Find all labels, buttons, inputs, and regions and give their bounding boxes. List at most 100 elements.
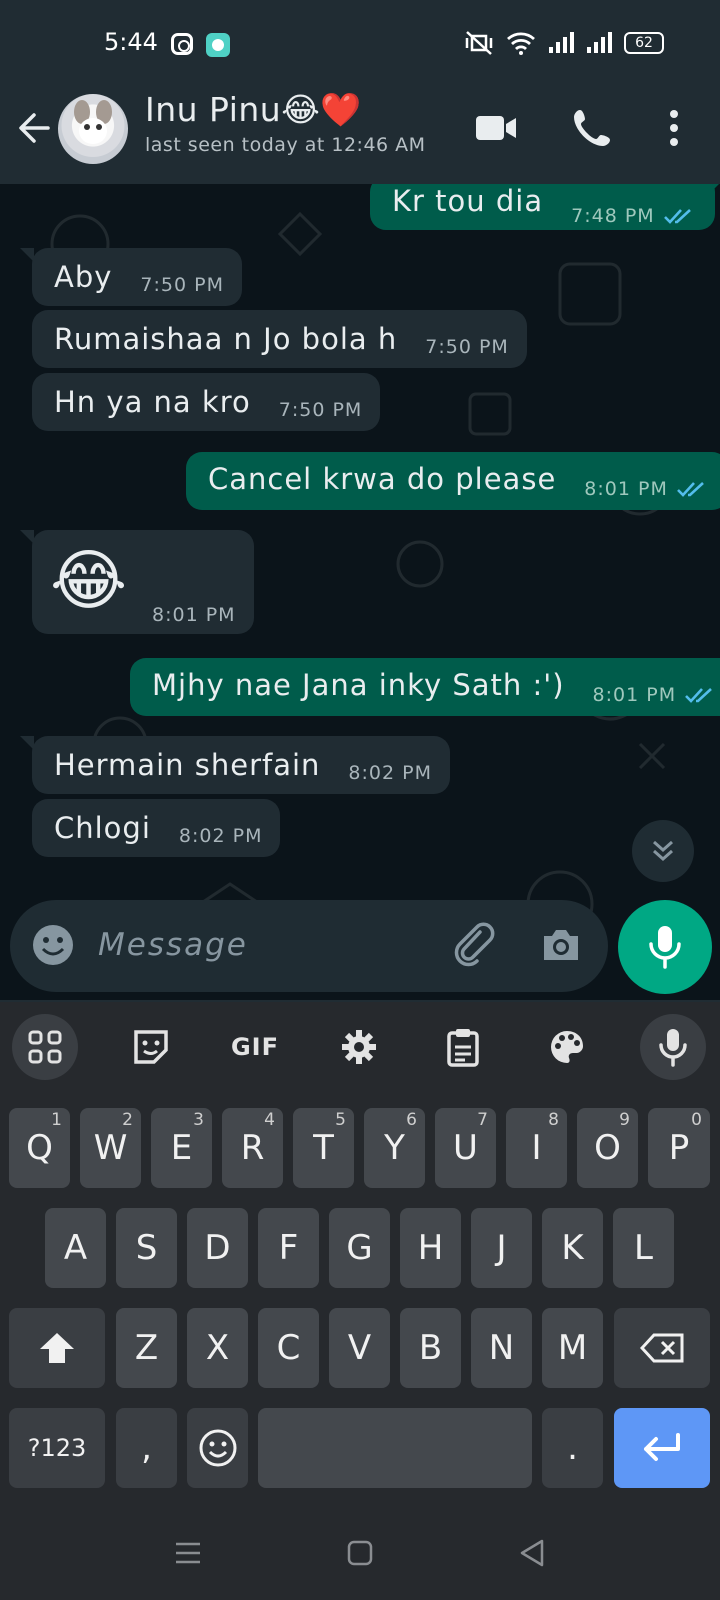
- key-s[interactable]: S: [116, 1208, 177, 1288]
- key-v[interactable]: V: [329, 1308, 390, 1388]
- status-icons: 62: [464, 30, 664, 56]
- signal-2-icon: [587, 32, 612, 53]
- message-meta: 8:02 PM: [178, 825, 263, 847]
- enter-key[interactable]: [614, 1408, 710, 1488]
- emoji-key[interactable]: [187, 1408, 248, 1488]
- sticker-icon: [134, 1030, 168, 1064]
- key-h[interactable]: H: [400, 1208, 461, 1288]
- video-call-icon[interactable]: [474, 106, 518, 150]
- key-e[interactable]: E3: [151, 1108, 212, 1188]
- key-q[interactable]: Q1: [9, 1108, 70, 1188]
- gif-label: GIF: [230, 1033, 280, 1061]
- message-text: Hermain sherfain: [54, 748, 321, 782]
- key-c[interactable]: C: [258, 1308, 319, 1388]
- message-text: Rumaishaa n Jo bola h: [54, 322, 398, 356]
- attach-paperclip-icon[interactable]: [450, 922, 496, 968]
- status-time: 5:44: [104, 28, 158, 56]
- keyboard-settings-button[interactable]: [326, 1014, 392, 1080]
- scroll-to-bottom-button[interactable]: [632, 820, 694, 882]
- key-x[interactable]: X: [187, 1308, 248, 1388]
- status-bar: 5:44 62: [0, 0, 720, 88]
- gif-button[interactable]: GIF: [222, 1014, 288, 1080]
- back-icon[interactable]: [518, 1538, 546, 1568]
- key-d[interactable]: D: [187, 1208, 248, 1288]
- contact-name[interactable]: Inu Pinu😂❤️: [145, 90, 362, 130]
- microphone-icon: [659, 1029, 687, 1067]
- grid-icon: [28, 1030, 62, 1064]
- backspace-icon: [640, 1333, 684, 1363]
- home-icon[interactable]: [347, 1540, 373, 1566]
- key-b[interactable]: B: [400, 1308, 461, 1388]
- space-key[interactable]: [258, 1408, 532, 1488]
- voice-call-icon[interactable]: [570, 106, 614, 150]
- key-p[interactable]: P0: [648, 1108, 710, 1188]
- message-composer: [10, 900, 608, 992]
- keyboard-voice-button[interactable]: [640, 1014, 706, 1080]
- key-r[interactable]: R4: [222, 1108, 283, 1188]
- symbols-key[interactable]: ?123: [9, 1408, 105, 1488]
- key-k[interactable]: K: [542, 1208, 603, 1288]
- message-input[interactable]: [98, 920, 418, 970]
- key-j[interactable]: J: [471, 1208, 532, 1288]
- key-l[interactable]: L: [613, 1208, 674, 1288]
- message-outgoing[interactable]: Cancel krwa do please 8:01 PM: [186, 452, 720, 510]
- read-ticks-icon: [676, 482, 704, 497]
- backspace-key[interactable]: [614, 1308, 710, 1388]
- camera-icon[interactable]: [538, 922, 584, 968]
- message-meta: 7:48 PM: [571, 205, 697, 227]
- key-y[interactable]: Y6: [364, 1108, 425, 1188]
- key-z[interactable]: Z: [116, 1308, 177, 1388]
- key-i[interactable]: I8: [506, 1108, 567, 1188]
- chat-messages[interactable]: Kr tou dia 7:48 PM Aby 7:50 PM Rumaishaa…: [0, 184, 720, 1000]
- message-meta: 7:50 PM: [140, 274, 224, 296]
- message-incoming[interactable]: Aby 7:50 PM: [20, 248, 242, 306]
- key-a[interactable]: A: [45, 1208, 106, 1288]
- message-text: Kr tou dia: [392, 184, 544, 218]
- message-meta: 8:01 PM: [152, 604, 236, 626]
- message-emoji: 😂: [50, 542, 128, 619]
- system-navigation-bar: [0, 1510, 720, 1600]
- comma-key[interactable]: ,: [116, 1408, 177, 1488]
- key-n[interactable]: N: [471, 1308, 532, 1388]
- key-f[interactable]: F: [258, 1208, 319, 1288]
- key-w[interactable]: W2: [80, 1108, 141, 1188]
- theme-button[interactable]: [534, 1014, 600, 1080]
- app-notification-icon: [206, 33, 230, 57]
- recent-apps-icon[interactable]: [174, 1540, 202, 1566]
- mute-vibrate-icon: [465, 31, 493, 55]
- message-incoming-emoji[interactable]: 😂 8:01 PM: [20, 530, 254, 634]
- gear-icon: [342, 1030, 376, 1064]
- key-m[interactable]: M: [542, 1308, 603, 1388]
- message-outgoing[interactable]: Kr tou dia 7:48 PM: [370, 184, 720, 230]
- period-key[interactable]: .: [542, 1408, 603, 1488]
- message-meta: 8:01 PM: [593, 684, 719, 706]
- message-meta: 8:02 PM: [348, 762, 432, 784]
- message-incoming[interactable]: Hn ya na kro 7:50 PM: [32, 373, 381, 431]
- chat-header: Inu Pinu😂❤️ last seen today at 12:46 AM: [0, 88, 720, 184]
- keyboard-toolbar: GIF: [0, 1002, 720, 1092]
- key-t[interactable]: T5: [293, 1108, 354, 1188]
- clipboard-button[interactable]: [430, 1014, 496, 1080]
- message-text: Aby: [54, 260, 113, 294]
- double-chevron-down-icon: [653, 840, 673, 862]
- emoji-icon[interactable]: [30, 922, 76, 968]
- palette-icon: [551, 1031, 584, 1063]
- key-u[interactable]: U7: [435, 1108, 496, 1188]
- message-incoming[interactable]: Chlogi 8:02 PM: [32, 799, 281, 857]
- instagram-notification-icon: [171, 33, 193, 55]
- shift-arrow-icon: [40, 1333, 74, 1363]
- microphone-icon: [649, 926, 681, 969]
- more-options-icon[interactable]: [652, 106, 696, 150]
- message-outgoing[interactable]: Mjhy nae Jana inky Sath :') 8:01 PM: [130, 658, 720, 716]
- key-o[interactable]: O9: [577, 1108, 638, 1188]
- message-incoming[interactable]: Hermain sherfain 8:02 PM: [20, 736, 450, 794]
- keyboard-apps-button[interactable]: [12, 1014, 78, 1080]
- shift-key[interactable]: [9, 1308, 105, 1388]
- key-g[interactable]: G: [329, 1208, 390, 1288]
- sticker-button[interactable]: [118, 1014, 184, 1080]
- message-text: Hn ya na kro: [54, 385, 251, 419]
- contact-avatar[interactable]: [58, 94, 128, 164]
- message-incoming[interactable]: Rumaishaa n Jo bola h 7:50 PM: [32, 310, 527, 368]
- voice-message-button[interactable]: [618, 900, 712, 994]
- back-arrow-icon[interactable]: [14, 108, 54, 148]
